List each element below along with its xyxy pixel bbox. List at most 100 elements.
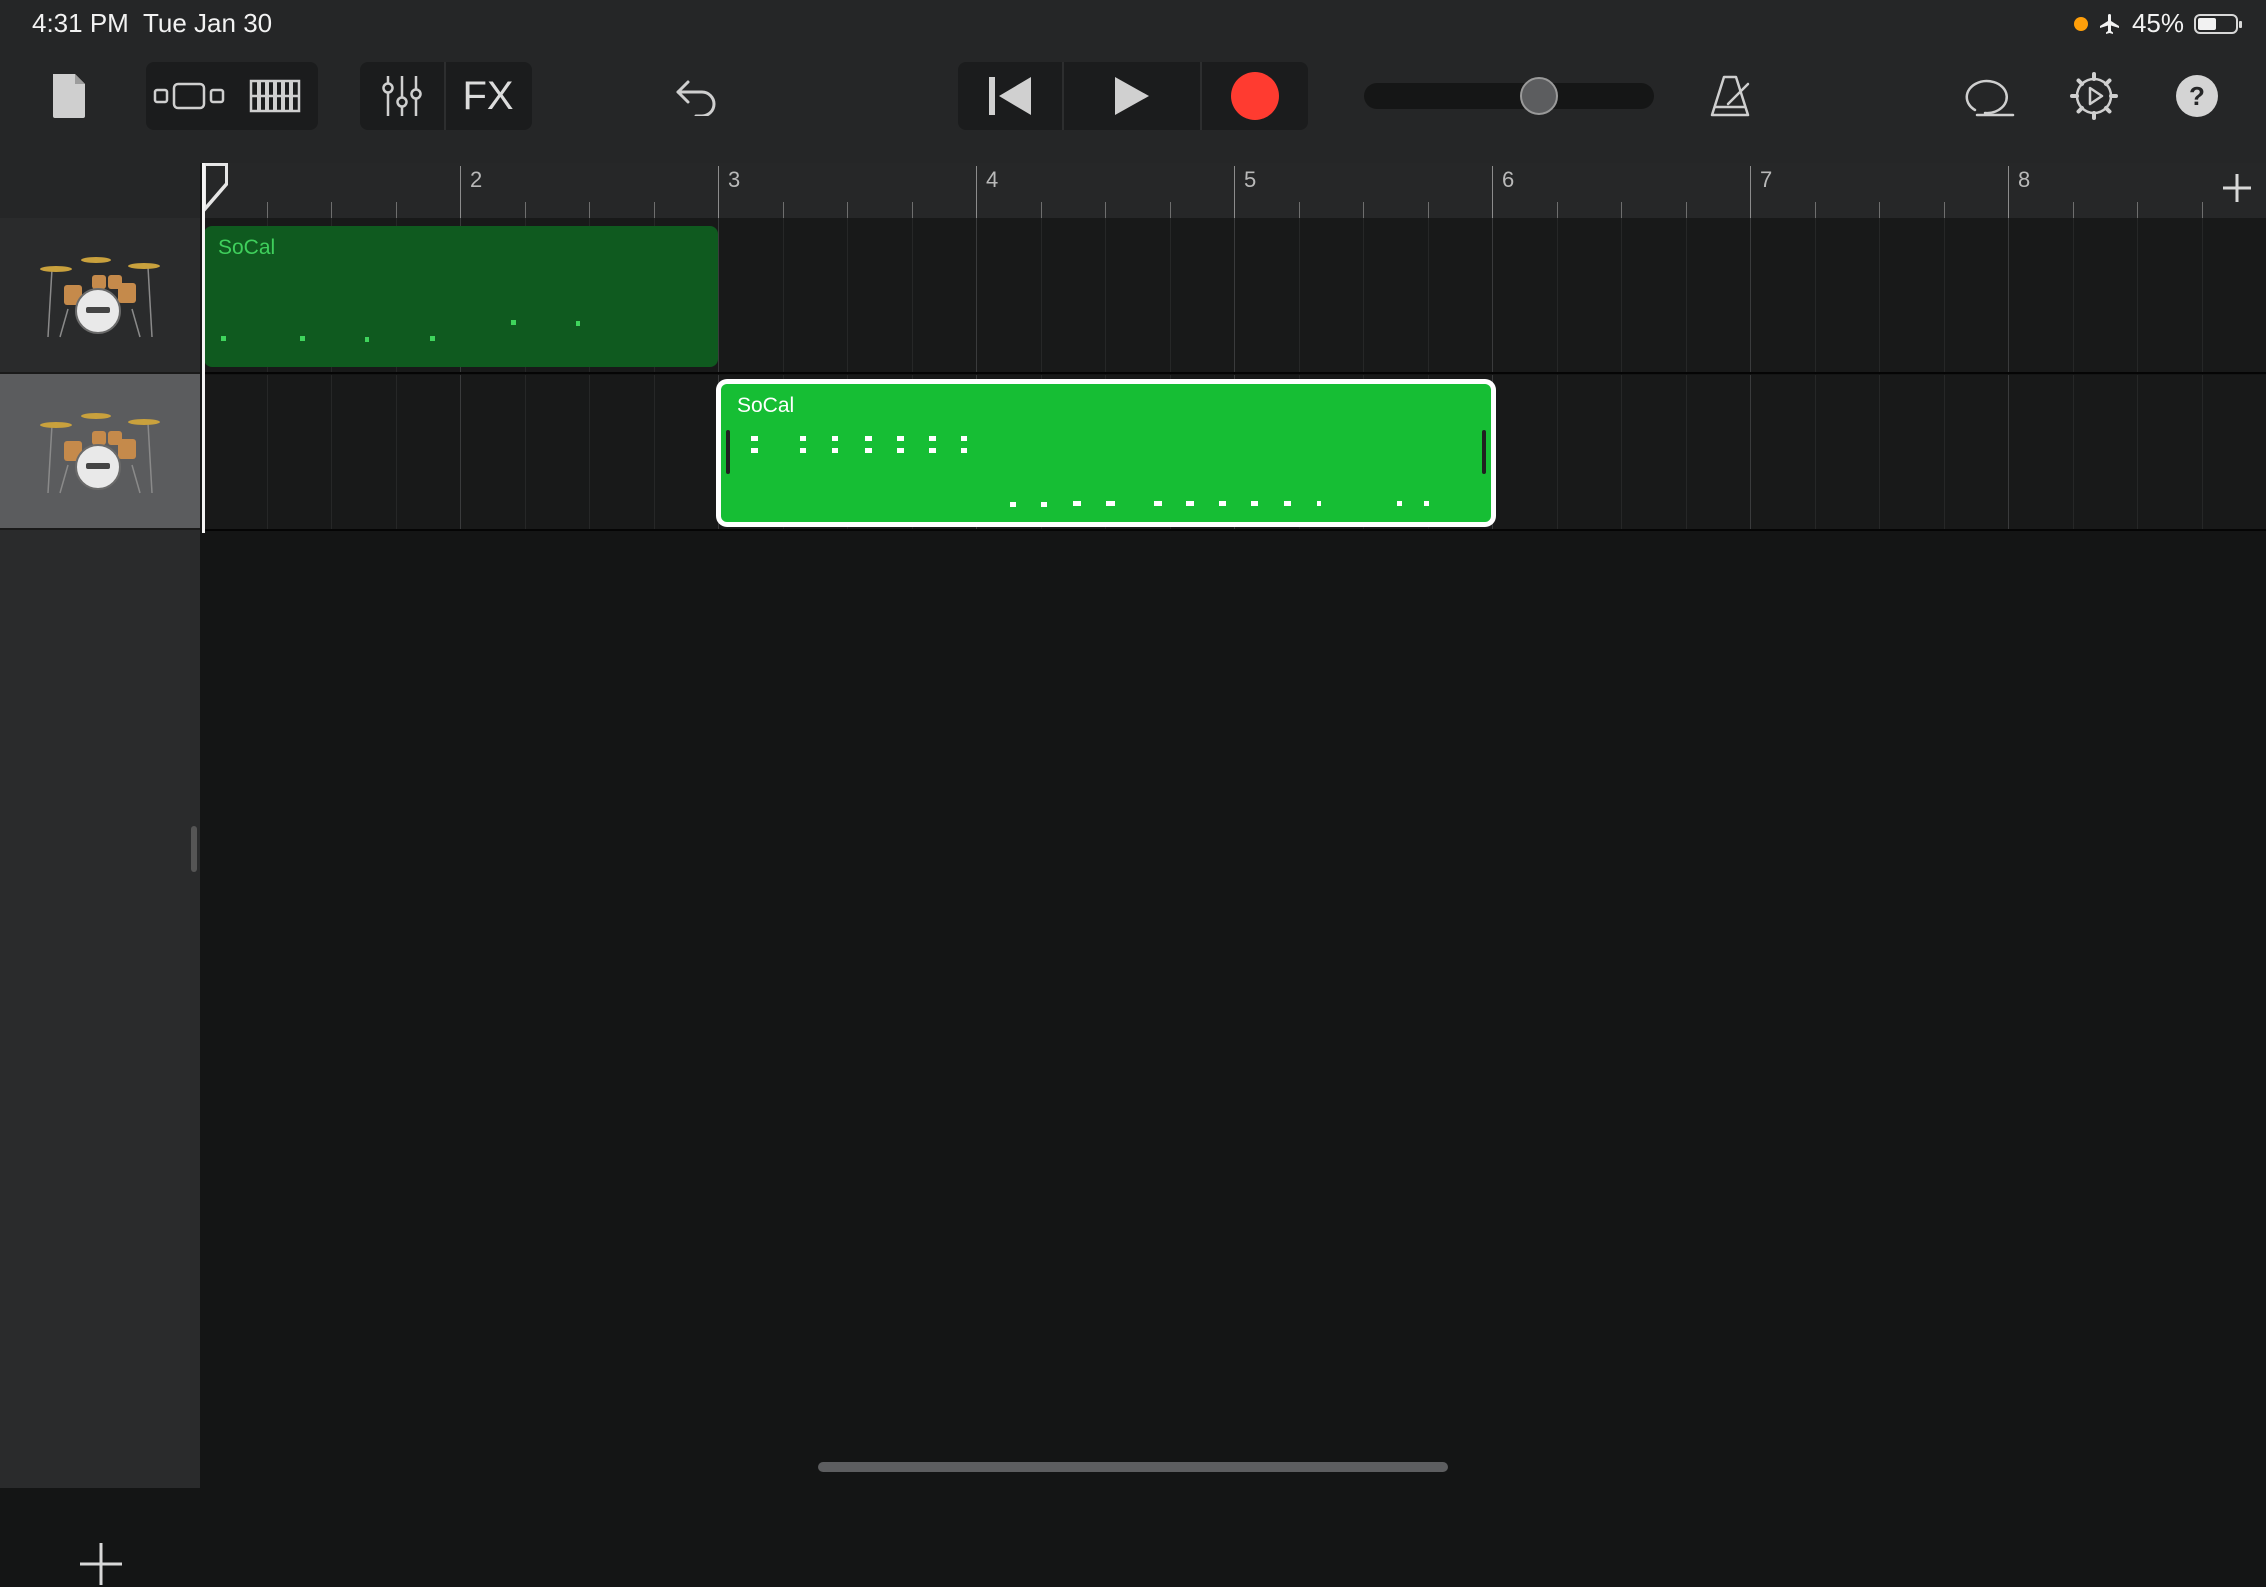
add-track-button[interactable] xyxy=(78,1541,124,1587)
grid-line xyxy=(2072,375,2074,529)
browser-icon xyxy=(153,82,225,110)
midi-note xyxy=(1010,502,1016,507)
midi-note xyxy=(576,321,580,326)
grid-line xyxy=(1621,218,1622,372)
grid-line xyxy=(847,218,848,372)
midi-note xyxy=(961,436,967,441)
region-trim-left-handle[interactable] xyxy=(726,430,730,474)
midi-note xyxy=(1397,501,1402,506)
grid-line xyxy=(1879,375,1880,529)
ruler-beat-tick xyxy=(589,202,590,218)
skip-back-icon xyxy=(989,77,1031,115)
track-lanes: SoCal SoCal xyxy=(202,218,2266,532)
midi-note xyxy=(1186,501,1194,506)
region-socal-1[interactable]: SoCal xyxy=(204,226,718,367)
airplane-icon xyxy=(2099,13,2119,34)
metronome-icon xyxy=(1710,75,1750,117)
region-socal-2-selected[interactable]: SoCal xyxy=(721,384,1491,522)
grid-line xyxy=(2072,218,2074,372)
master-volume-knob[interactable] xyxy=(1520,77,1558,115)
go-to-beginning-button[interactable] xyxy=(958,62,1062,130)
bar-number: 2 xyxy=(470,167,483,192)
grid-line xyxy=(1169,218,1171,372)
record-icon xyxy=(1231,72,1279,120)
grid-line xyxy=(1750,375,1751,529)
midi-note xyxy=(1041,502,1047,507)
ruler-bar-tick xyxy=(718,166,719,218)
grid-line xyxy=(1814,375,1816,529)
track-lane-1[interactable]: SoCal xyxy=(202,218,2266,374)
ruler-beat-tick xyxy=(1169,202,1171,218)
playhead-line xyxy=(202,163,205,533)
ruler-beat-tick xyxy=(266,202,268,218)
undo-button[interactable] xyxy=(672,62,722,130)
timeline-ruler[interactable]: 1 2 3 4 5 6 7 8 xyxy=(202,163,2266,218)
view-toggle-group xyxy=(146,62,318,130)
ruler-beat-tick xyxy=(847,202,848,218)
play-button[interactable] xyxy=(1064,62,1200,130)
battery-icon xyxy=(2194,13,2242,34)
drum-kit-icon xyxy=(40,413,160,494)
grid-line xyxy=(1685,375,1687,529)
midi-note xyxy=(800,436,806,441)
midi-note xyxy=(865,448,872,453)
drum-kit-icon xyxy=(40,257,160,338)
svg-text:?: ? xyxy=(2189,81,2205,111)
bar-number: 4 xyxy=(986,167,999,192)
midi-note xyxy=(929,436,936,441)
midi-note xyxy=(511,320,516,325)
metronome-button[interactable] xyxy=(1700,62,1760,130)
ruler-bar-tick xyxy=(1492,166,1493,218)
ruler-beat-tick xyxy=(1621,202,1622,218)
my-songs-button[interactable] xyxy=(44,62,94,130)
playhead-handle[interactable] xyxy=(202,163,230,218)
help-button[interactable]: ? xyxy=(2172,62,2222,130)
grid-line xyxy=(395,375,397,529)
grid-line xyxy=(1943,375,1945,529)
grid-line xyxy=(1427,218,1429,372)
mixer-button[interactable] xyxy=(360,62,444,130)
add-section-button[interactable] xyxy=(2222,173,2252,203)
status-indicators: 45% xyxy=(2073,8,2242,39)
mixer-fx-group: FX xyxy=(360,62,532,130)
grid-line xyxy=(718,218,719,372)
track-headers-column xyxy=(0,163,200,1585)
midi-note xyxy=(961,448,967,453)
help-icon: ? xyxy=(2176,75,2218,117)
midi-note xyxy=(897,436,904,441)
loop-browser-button[interactable] xyxy=(1962,62,2018,130)
mixer-sliders-icon xyxy=(382,76,422,116)
home-indicator[interactable] xyxy=(818,1462,1448,1472)
gear-icon xyxy=(2070,72,2118,120)
settings-button[interactable] xyxy=(2066,62,2122,130)
grid-line xyxy=(2008,375,2009,529)
midi-note xyxy=(865,436,872,441)
record-button[interactable] xyxy=(1202,62,1308,130)
grid-line xyxy=(266,375,268,529)
ruler-beat-tick xyxy=(1814,202,1816,218)
midi-note xyxy=(300,336,305,341)
ruler-beat-tick xyxy=(911,202,913,218)
fx-button[interactable]: FX xyxy=(446,62,530,130)
track-header-1[interactable] xyxy=(0,218,200,374)
ruler-beat-tick xyxy=(1556,202,1558,218)
region-trim-right-handle[interactable] xyxy=(1482,430,1486,474)
ruler-beat-tick xyxy=(1363,202,1364,218)
midi-note xyxy=(751,448,758,453)
midi-note xyxy=(430,336,435,341)
ruler-beat-tick xyxy=(331,202,332,218)
tracks-view-button[interactable] xyxy=(232,62,318,130)
grid-line xyxy=(1943,218,1945,372)
midi-note xyxy=(800,448,806,453)
master-volume-slider[interactable] xyxy=(1364,83,1654,109)
grid-line xyxy=(2137,218,2138,372)
ruler-beat-tick xyxy=(1879,202,1880,218)
midi-note xyxy=(1251,501,1258,506)
grid-line xyxy=(1105,218,1106,372)
header-resize-handle[interactable] xyxy=(191,826,197,872)
browser-button[interactable] xyxy=(146,62,232,130)
track-header-2[interactable] xyxy=(0,374,200,530)
ruler-bar-tick xyxy=(1234,166,1235,218)
region-name: SoCal xyxy=(737,394,795,417)
ruler-beat-tick xyxy=(653,202,655,218)
